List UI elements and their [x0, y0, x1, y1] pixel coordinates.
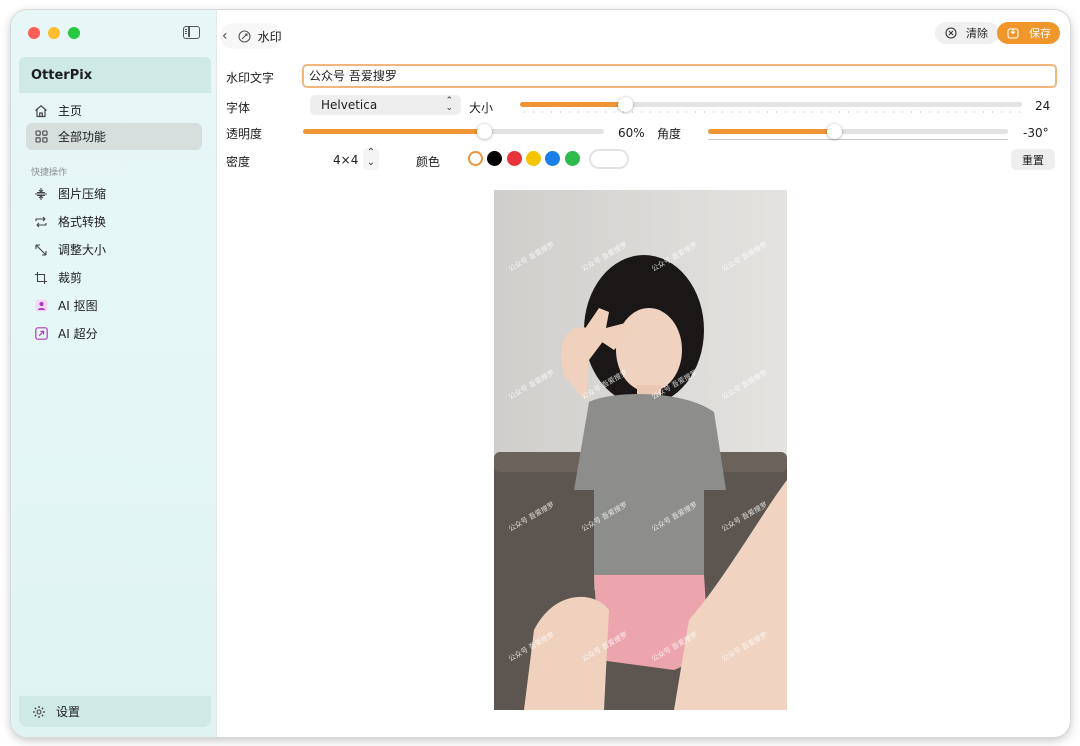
save-button[interactable]: 保存	[997, 22, 1060, 44]
color-swatch[interactable]	[526, 151, 541, 166]
reset-button[interactable]: 重置	[1011, 149, 1055, 170]
grid-icon	[33, 129, 49, 145]
size-value: 24	[1035, 99, 1051, 113]
custom-color-well[interactable]	[589, 149, 629, 169]
font-select[interactable]: Helvetica ⌃ ⌄	[310, 95, 461, 115]
sidebar-item-label: AI 超分	[58, 327, 98, 341]
sidebar-item-label: 裁剪	[58, 271, 83, 285]
crop-icon	[33, 270, 49, 286]
color-label: 颜色	[416, 155, 441, 169]
back-title-group: ‹ 水印	[220, 23, 282, 49]
opacity-label: 透明度	[226, 127, 263, 141]
watermark-text-label: 水印文字	[226, 71, 275, 85]
compress-icon	[33, 186, 49, 202]
sidebar-item-label: 格式转换	[58, 215, 107, 229]
clear-icon	[945, 27, 957, 39]
sidebar-item-label: 调整大小	[58, 243, 107, 257]
font-label: 字体	[226, 101, 251, 115]
color-swatch[interactable]	[468, 151, 483, 166]
angle-slider[interactable]	[708, 121, 1008, 141]
clear-label: 清除	[966, 27, 988, 40]
app-name: OtterPix	[31, 68, 93, 83]
watermark-text-input[interactable]: 公众号 吾爱搜罗	[302, 64, 1057, 88]
color-swatch[interactable]	[487, 151, 502, 166]
home-icon	[33, 103, 49, 119]
person-cutout-icon	[33, 298, 49, 314]
save-label: 保存	[1029, 27, 1051, 40]
slider-knob[interactable]	[618, 97, 633, 112]
close-window-button[interactable]	[28, 27, 40, 39]
color-swatch[interactable]	[545, 151, 560, 166]
slider-knob[interactable]	[477, 124, 492, 139]
image-preview: 公众号 吾爱搜罗 公众号 吾爱搜罗 公众号 吾爱搜罗 公众号 吾爱搜罗 公众号 吾爱搜罗…	[494, 190, 787, 710]
sidebar-item-label: AI 抠图	[58, 299, 98, 313]
sidebar-item-home[interactable]: 主页	[26, 97, 202, 124]
sidebar-toggle-icon[interactable]	[183, 26, 200, 39]
font-select-value: Helvetica	[321, 98, 378, 112]
zoom-window-button[interactable]	[68, 27, 80, 39]
chevron-left-icon[interactable]: ‹	[222, 28, 228, 44]
quick-actions-section-label: 快捷操作	[31, 168, 68, 178]
upscale-icon	[33, 326, 49, 342]
slider-baseline	[708, 139, 1008, 140]
sidebar-item-all-features[interactable]: 全部功能	[26, 123, 202, 150]
sidebar-item-ai-upscale[interactable]: AI 超分	[26, 320, 202, 347]
sidebar-item-convert[interactable]: 格式转换	[26, 208, 202, 235]
sidebar-item-label: 主页	[58, 104, 83, 118]
minimize-window-button[interactable]	[48, 27, 60, 39]
resize-icon	[33, 242, 49, 258]
size-label: 大小	[469, 101, 494, 115]
chevron-down-icon[interactable]: ⌄	[363, 158, 379, 168]
size-slider[interactable]	[520, 94, 1022, 114]
gear-icon	[31, 704, 47, 720]
convert-icon	[33, 214, 49, 230]
save-icon	[1007, 27, 1019, 39]
page-title: 水印	[257, 29, 282, 44]
photo-illustration	[494, 190, 787, 710]
opacity-slider[interactable]	[303, 121, 604, 141]
color-swatch[interactable]	[507, 151, 522, 166]
sidebar-item-ai-cutout[interactable]: AI 抠图	[26, 292, 202, 319]
density-label: 密度	[226, 155, 251, 169]
slider-fill	[303, 129, 484, 134]
density-value: 4×4	[333, 153, 359, 167]
sidebar-item-settings[interactable]: 设置	[19, 696, 211, 727]
slider-knob[interactable]	[827, 124, 842, 139]
slider-fill	[708, 129, 834, 134]
density-stepper[interactable]: ⌃ ⌄	[363, 148, 379, 170]
slider-fill	[520, 102, 625, 107]
angle-label: 角度	[657, 127, 682, 141]
angle-value: -30°	[1023, 126, 1049, 140]
sidebar-item-label: 图片压缩	[58, 187, 107, 201]
watermark-tool-icon	[238, 29, 251, 43]
sidebar-item-label: 全部功能	[58, 130, 107, 144]
sidebar-item-resize[interactable]: 调整大小	[26, 236, 202, 263]
chevron-up-down-icon: ⌃ ⌄	[445, 96, 453, 113]
app-window: OtterPix 主页 全部功能 快捷操作 图片压缩 格式转换 调整大小 裁剪 …	[11, 10, 1070, 737]
clear-button[interactable]: 清除	[935, 22, 999, 44]
sidebar: OtterPix 主页 全部功能 快捷操作 图片压缩 格式转换 调整大小 裁剪 …	[11, 10, 217, 737]
settings-label: 设置	[56, 705, 81, 719]
slider-ticks	[520, 111, 1022, 113]
color-swatch[interactable]	[565, 151, 580, 166]
opacity-value: 60%	[618, 126, 645, 140]
sidebar-item-crop[interactable]: 裁剪	[26, 264, 202, 291]
sidebar-item-compress[interactable]: 图片压缩	[26, 180, 202, 207]
app-header: OtterPix	[19, 57, 211, 93]
